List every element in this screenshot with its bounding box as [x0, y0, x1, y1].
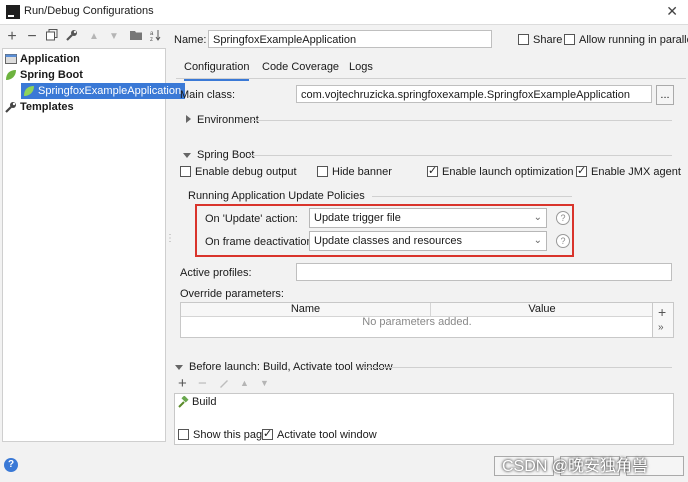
- column-header-name[interactable]: Name: [181, 303, 431, 317]
- tree-toolbar: + − ▲ ▼ az: [0, 27, 165, 49]
- active-profiles-field[interactable]: [296, 263, 672, 281]
- application-icon: [5, 54, 17, 65]
- edit-task-icon[interactable]: [218, 377, 230, 392]
- override-parameters-label: Override parameters:: [180, 288, 284, 300]
- checkbox-box: [564, 33, 575, 45]
- checkbox-box-checked: [262, 427, 273, 440]
- spring-leaf-icon: [24, 86, 34, 97]
- chevron-down-icon: [183, 152, 191, 158]
- enable-debug-output-checkbox[interactable]: Enable debug output: [180, 165, 297, 178]
- close-icon[interactable]: ✕: [666, 3, 678, 20]
- tree-item-label: SpringfoxExampleApplication: [38, 85, 182, 97]
- share-label: Share: [533, 34, 563, 46]
- tree-item-label: Templates: [20, 101, 74, 113]
- build-label: Build: [192, 396, 217, 408]
- hide-banner-checkbox[interactable]: Hide banner: [317, 165, 392, 178]
- chevron-down-icon: [175, 364, 183, 370]
- hide-banner-label: Hide banner: [332, 166, 392, 178]
- enable-launch-optimization-label: Enable launch optimization: [442, 166, 574, 178]
- list-item-build[interactable]: Build: [177, 396, 216, 408]
- environment-toggle[interactable]: Environment: [186, 114, 259, 126]
- checkbox-box-checked: [427, 164, 438, 177]
- policies-divider: [372, 196, 572, 197]
- configuration-tree: Application Spring Boot SpringfoxExample…: [2, 48, 186, 442]
- tree-item-templates[interactable]: Templates: [5, 99, 74, 115]
- sort-icon[interactable]: az: [148, 29, 164, 45]
- tree-item-application[interactable]: Application: [5, 51, 80, 67]
- move-task-down-icon[interactable]: ▼: [260, 378, 269, 388]
- window-title: Run/Debug Configurations: [24, 5, 154, 17]
- allow-parallel-label: Allow running in parallel: [579, 34, 688, 46]
- override-parameters-table[interactable]: Name Value No parameters added.: [180, 302, 654, 338]
- allow-parallel-checkbox[interactable]: Allow running in parallel: [564, 33, 688, 46]
- add-parameter-icon[interactable]: +: [658, 304, 666, 320]
- enable-debug-output-label: Enable debug output: [195, 166, 297, 178]
- tab-code-coverage[interactable]: Code Coverage: [262, 56, 339, 78]
- activate-tool-window-checkbox[interactable]: Activate tool window: [262, 427, 377, 441]
- checkbox-box: [317, 165, 328, 177]
- checkbox-box-checked: [576, 164, 587, 177]
- main-class-field[interactable]: com.vojtechruzicka.springfoxexample.Spri…: [296, 85, 652, 103]
- active-profiles-label: Active profiles:: [180, 267, 252, 279]
- before-launch-toggle[interactable]: Before launch: Build, Activate tool wind…: [175, 361, 393, 373]
- before-launch-divider: [362, 367, 672, 368]
- tree-item-label: Spring Boot: [20, 69, 83, 81]
- tree-item-spring-boot[interactable]: Spring Boot: [5, 67, 83, 83]
- app-icon: [6, 5, 20, 19]
- spring-boot-section-toggle[interactable]: Spring Boot: [183, 149, 254, 161]
- wrench-icon: [5, 102, 16, 113]
- move-task-up-icon[interactable]: ▲: [240, 378, 249, 388]
- main-class-label: Main class:: [180, 89, 236, 101]
- help-button[interactable]: ?: [4, 458, 18, 472]
- checkbox-box: [178, 428, 189, 440]
- remove-icon[interactable]: −: [24, 29, 40, 45]
- tree-item-label: Application: [20, 53, 80, 65]
- move-down-icon[interactable]: ▼: [106, 29, 122, 45]
- name-label: Name:: [174, 34, 207, 46]
- enable-jmx-agent-checkbox[interactable]: Enable JMX agent: [576, 164, 681, 178]
- table-side-buttons: + »: [652, 302, 674, 338]
- spring-leaf-icon: [6, 70, 16, 81]
- splitter-handle[interactable]: ⋮: [165, 233, 175, 244]
- checkbox-box: [518, 33, 529, 45]
- add-task-icon[interactable]: +: [178, 376, 187, 391]
- hammer-icon: [178, 396, 189, 408]
- watermark: CSDN @晚安独角兽: [502, 458, 649, 475]
- move-up-icon[interactable]: ▲: [86, 29, 102, 45]
- column-header-value[interactable]: Value: [431, 303, 653, 317]
- add-icon[interactable]: +: [4, 29, 20, 45]
- title-bar: Run/Debug Configurations ✕: [0, 0, 688, 25]
- activate-tool-window-label: Activate tool window: [277, 429, 377, 441]
- checkbox-box: [180, 165, 191, 177]
- enable-jmx-agent-label: Enable JMX agent: [591, 166, 681, 178]
- environment-label: Environment: [197, 114, 259, 126]
- share-checkbox[interactable]: Share: [518, 33, 563, 46]
- expand-icon[interactable]: »: [658, 322, 664, 333]
- svg-text:z: z: [150, 37, 153, 41]
- show-this-page-checkbox[interactable]: Show this page: [178, 428, 269, 441]
- tab-divider: [176, 78, 686, 79]
- spring-boot-divider: [249, 155, 672, 156]
- environment-divider: [251, 120, 672, 121]
- show-this-page-label: Show this page: [193, 429, 269, 441]
- empty-table-text: No parameters added.: [362, 316, 472, 328]
- copy-icon[interactable]: [44, 29, 60, 45]
- spring-boot-section-label: Spring Boot: [197, 149, 255, 161]
- tree-item-springfox-example-application[interactable]: SpringfoxExampleApplication: [21, 83, 186, 99]
- remove-task-icon[interactable]: −: [198, 376, 207, 391]
- tab-logs[interactable]: Logs: [349, 56, 373, 78]
- browse-button[interactable]: ...: [656, 85, 674, 105]
- enable-launch-optimization-checkbox[interactable]: Enable launch optimization: [427, 164, 574, 178]
- name-field[interactable]: SpringfoxExampleApplication: [208, 30, 492, 48]
- update-policies-title: Running Application Update Policies: [188, 190, 365, 202]
- wrench-icon[interactable]: [64, 29, 80, 45]
- highlight-annotation: [195, 204, 574, 257]
- folder-icon[interactable]: [128, 29, 144, 45]
- chevron-right-icon: [186, 115, 191, 123]
